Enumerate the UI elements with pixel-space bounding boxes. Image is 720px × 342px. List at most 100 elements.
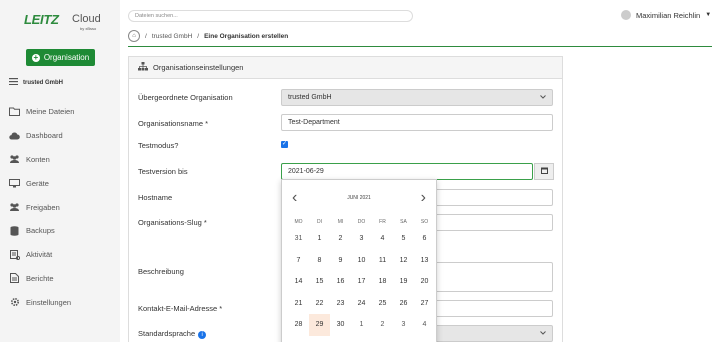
sidebar-item-geraete[interactable]: Geräte [9, 171, 114, 195]
day-cell[interactable]: 22 [309, 293, 330, 315]
sidebar-item-freigaben[interactable]: Freigaben [9, 195, 114, 219]
monitor-icon [9, 178, 20, 188]
parent-org-select[interactable]: trusted GmbH [281, 89, 553, 106]
users-icon [9, 154, 20, 164]
sidebar-item-label: Dashboard [26, 131, 63, 141]
cloud-icon [9, 131, 20, 141]
day-cell[interactable]: 13 [414, 250, 435, 272]
caret-down-icon: ▼ [705, 12, 712, 18]
parent-org-value: trusted GmbH [288, 94, 332, 101]
day-cell[interactable]: 17 [351, 271, 372, 293]
folder-icon [9, 107, 20, 117]
weekday-label: MO [294, 219, 303, 225]
info-icon[interactable]: i [198, 331, 207, 339]
next-month-button[interactable]: › [421, 190, 426, 206]
sidebar-item-einstellungen[interactable]: Einstellungen [9, 290, 114, 314]
day-cell[interactable]: 7 [288, 250, 309, 272]
day-cell[interactable]: 2 [372, 314, 393, 336]
test-until-input[interactable]: 2021-06-29 [281, 163, 533, 180]
week-row: 21 22 23 24 25 26 27 [288, 293, 435, 315]
sidebar-item-label: Einstellungen [26, 297, 72, 307]
day-cell[interactable]: 15 [309, 271, 330, 293]
user-name: Maximilian Reichlin [636, 10, 701, 20]
day-cell[interactable]: 16 [330, 271, 351, 293]
day-cell[interactable]: 18 [372, 271, 393, 293]
sidebar-item-konten[interactable]: Konten [9, 148, 114, 172]
day-cell[interactable]: 10 [351, 250, 372, 272]
tenant-name: trusted GmbH [23, 79, 64, 86]
day-cell[interactable]: 12 [393, 250, 414, 272]
add-organisation-button[interactable]: + Organisation [26, 49, 95, 66]
leitz-cloud-logo[interactable]: LEITZ Cloud by xBsso [24, 12, 101, 34]
week-row: 31 1 2 3 4 5 6 [288, 228, 435, 250]
weekday-header: MO DI MI DO FR SA SO [288, 216, 435, 228]
day-cell[interactable]: 2 [330, 228, 351, 250]
org-name-input[interactable]: Test-Department [281, 114, 553, 131]
test-mode-checkbox[interactable]: ✓ [281, 141, 288, 148]
day-cell[interactable]: 6 [414, 228, 435, 250]
home-icon[interactable]: ⌂ [128, 30, 140, 42]
day-cell[interactable]: 1 [309, 228, 330, 250]
day-cell[interactable]: 8 [309, 250, 330, 272]
day-cell[interactable]: 20 [414, 271, 435, 293]
day-cell[interactable]: 19 [393, 271, 414, 293]
report-icon [9, 273, 20, 284]
breadcrumb-current: Eine Organisation erstellen [204, 32, 289, 40]
language-label: Standardsprache i [138, 329, 207, 339]
day-cell[interactable]: 1 [351, 314, 372, 336]
selected-day-cell[interactable]: 29 [309, 314, 330, 336]
breadcrumb-separator: / [197, 32, 200, 40]
day-cell[interactable]: 14 [288, 271, 309, 293]
calendar-icon [540, 167, 548, 176]
weekday-label: FR [379, 219, 386, 225]
day-cell[interactable]: 4 [414, 314, 435, 336]
language-label-text: Standardsprache [138, 329, 196, 338]
day-cell[interactable]: 31 [288, 228, 309, 250]
logo-cloud: Cloud [72, 13, 101, 25]
day-cell[interactable]: 28 [288, 314, 309, 336]
day-cell[interactable]: 3 [351, 228, 372, 250]
sidebar-item-berichte[interactable]: Berichte [9, 267, 114, 291]
sidebar-item-label: Meine Dateien [26, 107, 75, 117]
logo-brand: LEITZ [24, 12, 59, 27]
day-cell[interactable]: 25 [372, 293, 393, 315]
sidebar-item-dashboard[interactable]: Dashboard [9, 124, 114, 148]
share-users-icon [9, 202, 20, 212]
day-cell[interactable]: 26 [393, 293, 414, 315]
weekday-label: MI [337, 219, 344, 225]
sidebar-item-aktivitaet[interactable]: Aktivität [9, 243, 114, 267]
test-until-label: Testversion bis [138, 167, 188, 176]
tenant-switcher[interactable]: trusted GmbH [9, 78, 63, 87]
sidebar-item-label: Freigaben [26, 202, 60, 212]
day-cell[interactable]: 3 [393, 314, 414, 336]
user-menu[interactable]: Maximilian Reichlin ▼ [621, 10, 711, 20]
chevron-down-icon [540, 94, 546, 101]
datepicker-header: ‹ JUNI 2021 › [282, 190, 436, 206]
datepicker-month: JUNI 2021 [347, 195, 371, 201]
plus-icon: + [31, 52, 40, 62]
day-cell[interactable]: 27 [414, 293, 435, 315]
datepicker-popup: ‹ JUNI 2021 › MO DI MI DO FR SA SO 31 1 … [281, 179, 437, 342]
day-cell[interactable]: 24 [351, 293, 372, 315]
day-cell[interactable]: 5 [393, 228, 414, 250]
day-cell[interactable]: 23 [330, 293, 351, 315]
day-cell[interactable]: 11 [372, 250, 393, 272]
week-row: 7 8 9 10 11 12 13 [288, 250, 435, 272]
day-cell[interactable]: 9 [330, 250, 351, 272]
sidebar-item-meine-dateien[interactable]: Meine Dateien [9, 100, 114, 124]
weekday-label: DI [317, 219, 322, 225]
sidebar-item-label: Backups [26, 226, 55, 236]
description-label: Beschreibung [138, 267, 184, 276]
search-input[interactable]: Dateien suchen... [128, 10, 413, 22]
day-cell[interactable]: 4 [372, 228, 393, 250]
breadcrumb-item-trusted-gmbh[interactable]: trusted GmbH [152, 33, 192, 40]
day-cell[interactable]: 21 [288, 293, 309, 315]
calendar-button[interactable] [534, 163, 554, 180]
chevron-down-icon [540, 330, 546, 337]
sidebar-item-backups[interactable]: Backups [9, 219, 114, 243]
week-row: 14 15 16 17 18 19 20 [288, 271, 435, 293]
day-cell[interactable]: 30 [330, 314, 351, 336]
sidebar-item-label: Aktivität [26, 250, 53, 260]
slug-label: Organisations-Slug * [138, 218, 207, 227]
activity-list-icon [9, 249, 20, 260]
